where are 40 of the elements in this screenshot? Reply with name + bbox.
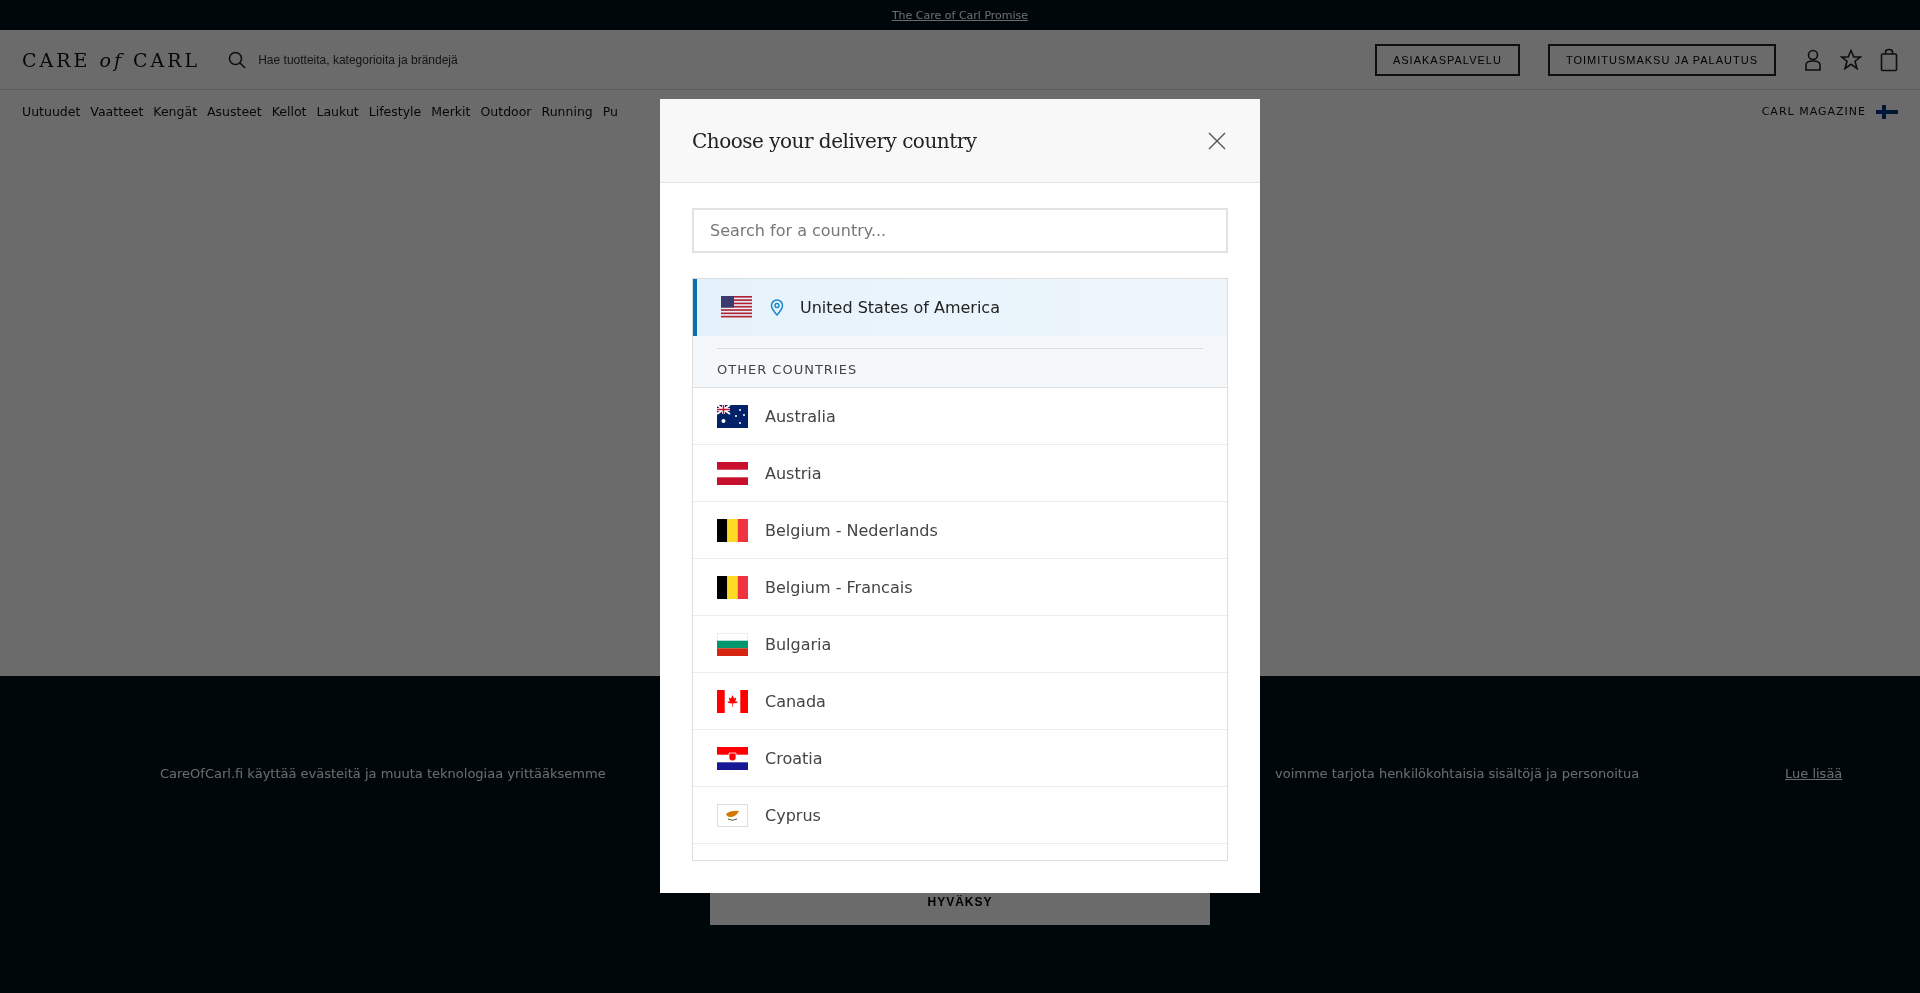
nav-link[interactable]: Kellot [271,104,307,119]
flag-icon [717,461,748,485]
nav-link[interactable]: Running [541,104,593,119]
nav-link[interactable]: Outdoor [480,104,532,119]
flag-icon [717,632,748,656]
nav-link[interactable]: Uutuudet [22,104,81,119]
flag-icon[interactable] [1876,104,1898,119]
current-country-row[interactable]: United States of America [693,279,1227,336]
account-icon[interactable] [1804,48,1822,71]
flag-icon [717,746,748,770]
section-label: OTHER COUNTRIES [717,362,858,377]
flag-icon [717,404,748,428]
country-name: United States of America [800,298,1000,317]
read-more-link[interactable]: Lue lisää [1785,766,1843,781]
header-button[interactable]: TOIMITUSMAKSU JA PALAUTUS [1547,43,1776,76]
search-field[interactable]: Hae tuotteita, kategorioita ja brändejä [256,51,677,68]
bag-icon[interactable] [1880,47,1898,72]
flag-icon [717,575,748,599]
nav-link[interactable]: Merkit [431,104,471,119]
magazine-link[interactable]: CARL MAGAZINE [1761,105,1866,118]
country-search-field[interactable]: Search for a country... [692,208,1228,253]
cookie-text: voimme tarjota henkilökohtaisia sisältöjä ja personoitua [1275,766,1641,781]
search-icon [228,50,247,69]
flag-icon [721,296,752,319]
flag-icon [717,518,748,542]
nav-link[interactable]: Asusteet [207,104,262,119]
header-button[interactable]: ASIAKASPALVELU [1374,43,1520,76]
flag-icon [717,803,748,827]
promise-link[interactable]: The Care of Carl Promise [891,8,1029,22]
nav-link[interactable]: Pu [602,104,618,119]
nav-link[interactable]: Vaatteet [90,104,144,119]
nav-link[interactable]: Lifestyle [368,104,422,119]
cookie-text: CareOfCarl.fi käyttää evästeitä ja muuta teknologiaa yrittääksemme [160,766,607,781]
logo[interactable]: CARE of CARL [22,48,201,71]
location-pin-icon [770,299,784,316]
flag-icon [717,689,748,713]
star-icon[interactable] [1840,48,1862,71]
dialog-title: Choose your delivery country [692,128,977,153]
nav-link[interactable]: Kengät [153,104,198,119]
nav-link[interactable]: Laukut [316,104,359,119]
